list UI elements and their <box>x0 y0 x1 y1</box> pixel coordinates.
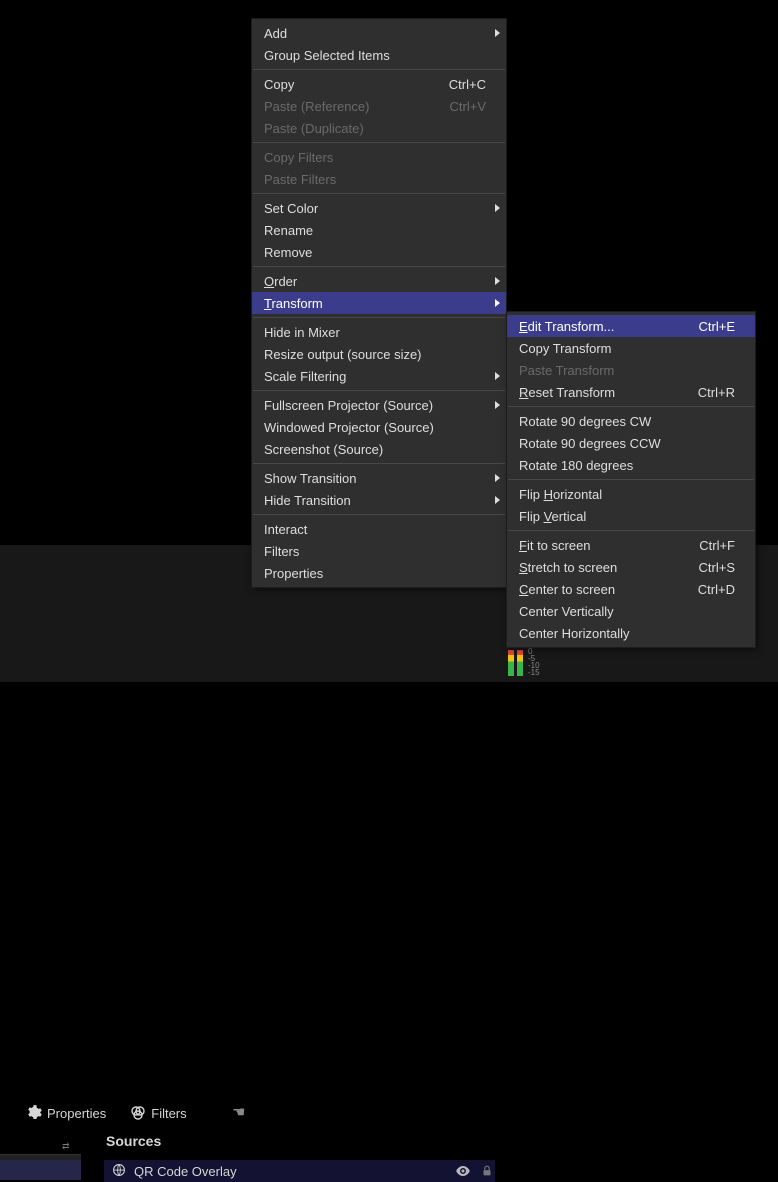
menu-separator <box>508 479 754 480</box>
dock-handle-icon[interactable]: ⇄ <box>62 1141 70 1152</box>
menu-separator <box>253 266 505 267</box>
menu-group-selected[interactable]: Group Selected Items <box>252 44 506 66</box>
menu-order[interactable]: Order <box>252 270 506 292</box>
menu-hide-in-mixer[interactable]: Hide in Mixer <box>252 321 506 343</box>
menu-separator <box>253 514 505 515</box>
submenu-arrow-icon <box>495 401 500 409</box>
menu-fullscreen-projector[interactable]: Fullscreen Projector (Source) <box>252 394 506 416</box>
audio-scale: 0 -5 -10 -15 <box>528 648 540 676</box>
audio-bar-right <box>517 650 523 676</box>
menu-paste-filters: Paste Filters <box>252 168 506 190</box>
menu-paste-duplicate: Paste (Duplicate) <box>252 117 506 139</box>
menu-interact[interactable]: Interact <box>252 518 506 540</box>
menu-copy[interactable]: CopyCtrl+C <box>252 73 506 95</box>
menu-separator <box>508 406 754 407</box>
menu-center-vertically[interactable]: Center Vertically <box>507 600 755 622</box>
submenu-arrow-icon <box>495 372 500 380</box>
menu-copy-filters: Copy Filters <box>252 146 506 168</box>
menu-separator <box>253 390 505 391</box>
properties-button[interactable]: Properties <box>26 1105 106 1121</box>
submenu-arrow-icon <box>495 474 500 482</box>
menu-rotate-90-ccw[interactable]: Rotate 90 degrees CCW <box>507 432 755 454</box>
audio-meter: 0 -5 -10 -15 <box>508 650 588 682</box>
menu-reset-transform[interactable]: Reset TransformCtrl+R <box>507 381 755 403</box>
source-item-label: QR Code Overlay <box>134 1164 237 1179</box>
menu-flip-vertical[interactable]: Flip Vertical <box>507 505 755 527</box>
menu-screenshot-source[interactable]: Screenshot (Source) <box>252 438 506 460</box>
menu-rotate-180[interactable]: Rotate 180 degrees <box>507 454 755 476</box>
scene-selected[interactable] <box>0 1160 81 1180</box>
menu-transform[interactable]: Transform <box>252 292 506 314</box>
menu-add[interactable]: Add <box>252 22 506 44</box>
menu-copy-transform[interactable]: Copy Transform <box>507 337 755 359</box>
menu-fit-to-screen[interactable]: Fit to screenCtrl+F <box>507 534 755 556</box>
submenu-arrow-icon <box>495 496 500 504</box>
menu-rename[interactable]: Rename <box>252 219 506 241</box>
sources-toolbar: Properties Filters <box>26 1101 187 1125</box>
menu-remove[interactable]: Remove <box>252 241 506 263</box>
menu-filters[interactable]: Filters <box>252 540 506 562</box>
menu-center-to-screen[interactable]: Center to screenCtrl+D <box>507 578 755 600</box>
menu-paste-transform: Paste Transform <box>507 359 755 381</box>
submenu-arrow-icon <box>495 204 500 212</box>
filters-icon <box>130 1105 146 1121</box>
submenu-arrow-icon <box>495 277 500 285</box>
menu-separator <box>253 142 505 143</box>
visibility-toggle[interactable] <box>455 1163 471 1179</box>
menu-separator <box>508 530 754 531</box>
menu-set-color[interactable]: Set Color <box>252 197 506 219</box>
menu-resize-output[interactable]: Resize output (source size) <box>252 343 506 365</box>
menu-separator <box>253 69 505 70</box>
menu-paste-reference: Paste (Reference)Ctrl+V <box>252 95 506 117</box>
globe-icon <box>112 1163 126 1180</box>
submenu-arrow-icon <box>495 29 500 37</box>
menu-center-horizontally[interactable]: Center Horizontally <box>507 622 755 644</box>
menu-stretch-to-screen[interactable]: Stretch to screenCtrl+S <box>507 556 755 578</box>
menu-windowed-projector[interactable]: Windowed Projector (Source) <box>252 416 506 438</box>
menu-edit-transform[interactable]: Edit Transform...Ctrl+E <box>507 315 755 337</box>
source-item[interactable]: QR Code Overlay <box>104 1160 495 1182</box>
menu-hide-transition[interactable]: Hide Transition <box>252 489 506 511</box>
transform-submenu: Edit Transform...Ctrl+E Copy Transform P… <box>506 311 756 648</box>
sources-panel-title: Sources <box>106 1133 161 1149</box>
menu-separator <box>253 317 505 318</box>
menu-separator <box>253 463 505 464</box>
source-context-menu: Add Group Selected Items CopyCtrl+C Past… <box>251 18 507 588</box>
drag-handle-icon[interactable]: ☚ <box>232 1103 245 1121</box>
menu-rotate-90-cw[interactable]: Rotate 90 degrees CW <box>507 410 755 432</box>
menu-separator <box>253 193 505 194</box>
filters-label: Filters <box>151 1106 186 1121</box>
audio-bar-left <box>508 650 514 676</box>
menu-show-transition[interactable]: Show Transition <box>252 467 506 489</box>
menu-flip-horizontal[interactable]: Flip Horizontal <box>507 483 755 505</box>
submenu-arrow-icon <box>495 299 500 307</box>
menu-properties[interactable]: Properties <box>252 562 506 584</box>
menu-scale-filtering[interactable]: Scale Filtering <box>252 365 506 387</box>
properties-label: Properties <box>47 1106 106 1121</box>
lock-toggle[interactable] <box>479 1163 495 1179</box>
filters-button[interactable]: Filters <box>130 1105 186 1121</box>
gear-icon <box>26 1105 42 1121</box>
